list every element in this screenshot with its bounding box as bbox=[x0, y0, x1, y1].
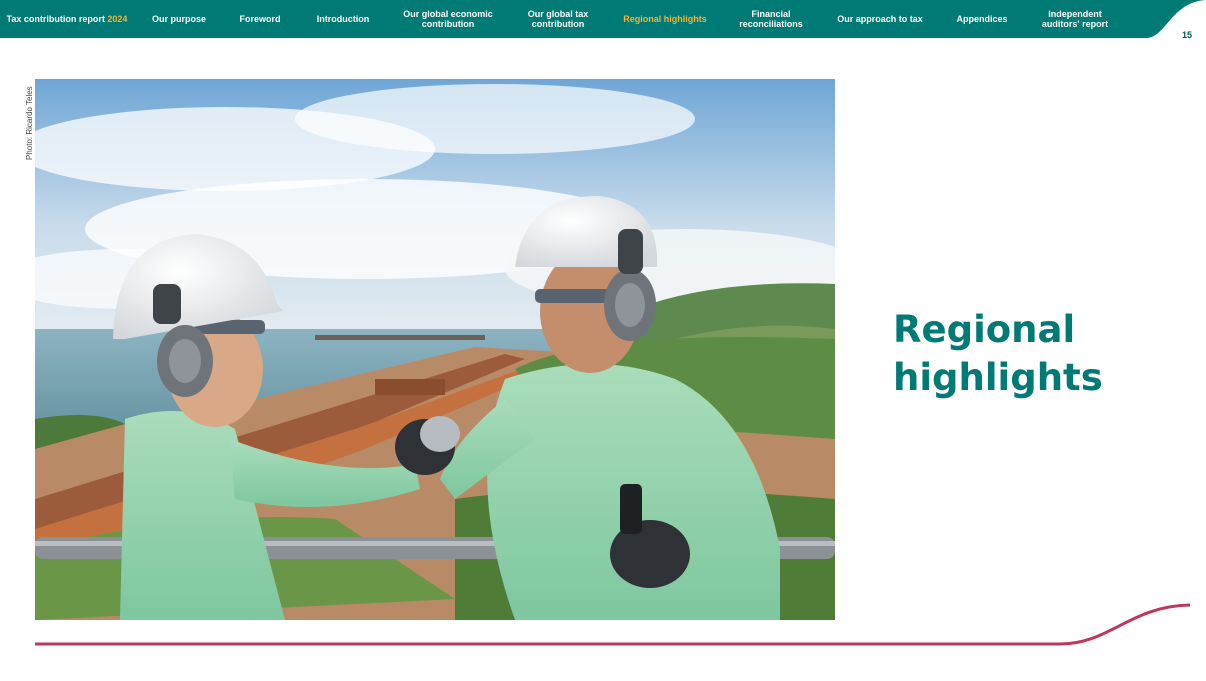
decorative-accent-line bbox=[35, 603, 1191, 646]
nav-global-tax-contribution[interactable]: Our global tax contribution bbox=[518, 0, 598, 38]
nav-our-approach-to-tax[interactable]: Our approach to tax bbox=[832, 0, 928, 38]
section-title-line1: Regional bbox=[893, 308, 1076, 351]
hero-photo bbox=[35, 79, 835, 620]
nav-regional-highlights[interactable]: Regional highlights bbox=[618, 0, 712, 38]
nav-label-line2: reconciliations bbox=[739, 19, 803, 29]
nav-financial-reconciliations[interactable]: Financial reconciliations bbox=[732, 0, 810, 38]
nav-label-line2: contribution bbox=[531, 19, 585, 29]
nav-label: Regional highlights bbox=[623, 14, 707, 24]
nav-foreword[interactable]: Foreword bbox=[232, 0, 288, 38]
nav-label: Introduction bbox=[316, 14, 370, 24]
nav-label-line2: contribution bbox=[421, 19, 475, 29]
nav-label: Our purpose bbox=[151, 14, 206, 24]
nav-label-line1: Our global economic bbox=[403, 9, 493, 19]
nav-introduction[interactable]: Introduction bbox=[310, 0, 376, 38]
nav-global-economic-contribution[interactable]: Our global economic contribution bbox=[398, 0, 498, 38]
nav-label: Foreword bbox=[239, 14, 281, 24]
nav-appendices[interactable]: Appendices bbox=[950, 0, 1014, 38]
section-title: Regional highlights bbox=[893, 306, 1173, 402]
nav-home-link[interactable]: Tax contribution report 2024 bbox=[6, 0, 128, 38]
nav-corner-curve bbox=[1146, 0, 1206, 38]
section-title-line2: highlights bbox=[893, 356, 1103, 399]
nav-brand-label: Tax contribution report 2024 bbox=[6, 14, 128, 24]
nav-our-purpose[interactable]: Our purpose bbox=[146, 0, 212, 38]
nav-label-line2: auditors' report bbox=[1041, 19, 1109, 29]
nav-label-line1: Financial bbox=[751, 9, 791, 19]
top-navigation-bar: Tax contribution report 2024 Our purpose… bbox=[0, 0, 1206, 38]
nav-label: Appendices bbox=[956, 14, 1008, 24]
nav-label: Our approach to tax bbox=[837, 14, 923, 24]
photo-credit: Photo: Ricardo Teles bbox=[25, 86, 34, 160]
nav-independent-auditors-report[interactable]: Independent auditors' report bbox=[1034, 0, 1116, 38]
nav-label-line1: Our global tax bbox=[527, 9, 589, 19]
nav-label-line1: Independent bbox=[1048, 9, 1102, 19]
page-number: 15 bbox=[1181, 30, 1192, 40]
